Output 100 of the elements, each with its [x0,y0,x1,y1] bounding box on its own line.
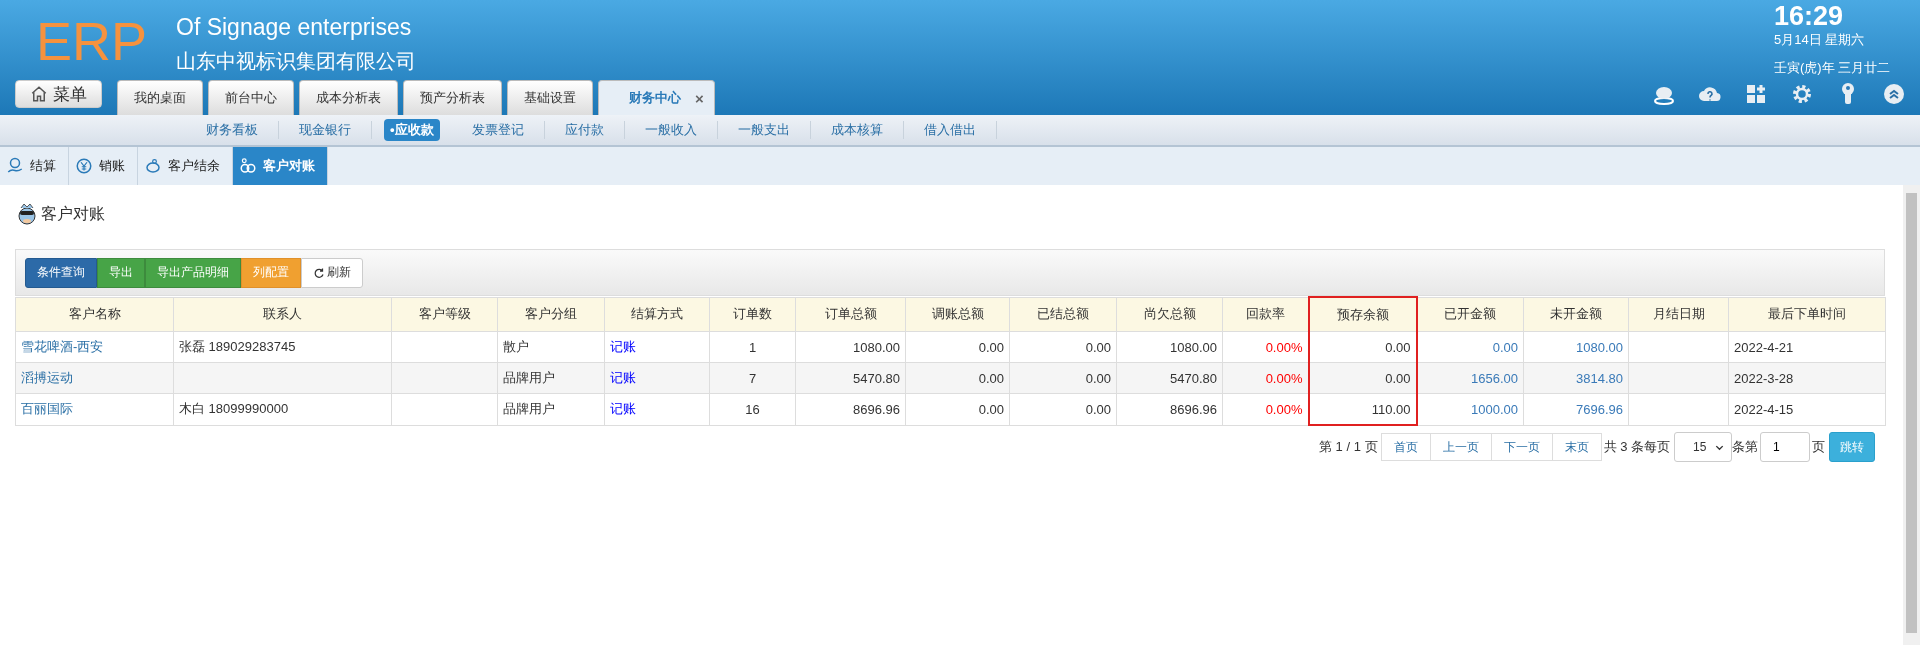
table-cell: 张磊 189029283745 [173,331,392,363]
nav-tab[interactable]: 前台中心 [208,80,294,115]
toolbar-button[interactable]: 导出产品明细 [145,257,241,288]
page-label: 页 [1812,438,1825,456]
table-link[interactable]: 雪花啤酒-西安 [15,331,174,363]
column-header: 回款率 [1222,297,1309,332]
column-header: 客户分组 [497,297,605,332]
table-cell: 0.00% [1222,362,1309,394]
page-summary: 第 1 / 1 页 [1319,438,1378,456]
submenu-item[interactable]: 借入借出 [903,121,997,139]
table-link[interactable]: 记账 [604,331,710,363]
table-cell: 0.00 [1308,362,1417,394]
table-cell: 0.00 [1009,393,1117,425]
column-header: 订单数 [709,297,796,332]
table-cell: 5470.80 [795,362,906,394]
coin-hand-icon [6,157,24,175]
column-header: 预存余额 [1308,297,1417,332]
apps-icon[interactable] [1744,82,1768,106]
submenu-item[interactable]: 应付款 [544,121,625,139]
column-header: 已结总额 [1009,297,1117,332]
table-cell: 木白 18099990000 [173,393,392,425]
column-header: 尚欠总额 [1116,297,1223,332]
table-link[interactable]: 滔搏运动 [15,362,174,394]
sub-tab[interactable]: 销账 [69,147,138,185]
table-cell: 1000.00 [1416,393,1524,425]
table-link[interactable]: 记账 [604,393,710,425]
table-cell: 110.00 [1308,393,1417,425]
column-header: 联系人 [173,297,392,332]
page-label: 条第 [1732,438,1758,456]
column-header: 结算方式 [604,297,710,332]
table-cell: 0.00 [1009,331,1117,363]
piggy-bank-icon [144,157,162,175]
table-cell: 散户 [497,331,605,363]
table-cell: 16 [709,393,796,425]
table-cell: 品牌用户 [497,393,605,425]
submenu-item[interactable]: 一般收入 [624,121,718,139]
lunar-date: 壬寅(虎)年 三月廿二 [1774,59,1892,77]
table-cell: 5470.80 [1116,362,1223,394]
column-header: 未开金额 [1523,297,1629,332]
page-size-select[interactable]: 15 [1674,432,1732,462]
submenu-item[interactable]: 财务看板 [186,121,279,139]
pager-button[interactable]: 末页 [1551,433,1602,461]
yen-icon [75,157,93,175]
settings-icon[interactable] [1790,82,1814,106]
nav-tab[interactable]: 预产分析表 [403,80,502,115]
nav-tab[interactable]: 基础设置 [507,80,593,115]
scrollbar[interactable] [1903,185,1920,645]
table-cell: 0.00 [905,362,1010,394]
nav-tab[interactable]: 成本分析表 [299,80,398,115]
table-cell: 0.00 [905,393,1010,425]
submenu-item[interactable]: 一般支出 [717,121,811,139]
close-tab-button[interactable]: × [695,89,704,107]
table-cell: 7696.96 [1523,393,1629,425]
column-header: 客户名称 [15,297,174,332]
table-cell: 2022-4-15 [1728,393,1886,425]
pager-button[interactable]: 下一页 [1490,433,1553,461]
pager-button[interactable]: 首页 [1380,433,1431,461]
table-cell: 0.00 [905,331,1010,363]
submenu-item[interactable]: •应收款 [384,119,440,141]
submenu-item[interactable]: 现金银行 [279,121,372,139]
nav-tab[interactable]: 财务中心 × [598,80,715,115]
sub-tab[interactable]: 结算 [0,147,69,185]
table-cell: 3814.80 [1523,362,1629,394]
logo: ERP [36,14,148,68]
page-input[interactable]: 1 [1760,432,1810,462]
table-cell: 7 [709,362,796,394]
column-header: 月结日期 [1628,297,1729,332]
table-cell: 2022-3-28 [1728,362,1886,394]
table-cell: 品牌用户 [497,362,605,394]
table-cell: 8696.96 [795,393,906,425]
sub-tab[interactable]: 客户对账 [233,147,328,185]
toolbar-button[interactable]: 条件查询 [25,257,97,288]
table-cell: 1080.00 [1116,331,1223,363]
table-cell: 1 [709,331,796,363]
table-link[interactable]: 记账 [604,362,710,394]
refresh-icon [313,266,325,279]
submenu-item[interactable]: 成本核算 [810,121,904,139]
table-cell: 1080.00 [795,331,906,363]
home-icon [30,85,48,103]
nav-tab[interactable]: 我的桌面 [117,80,203,115]
clock-time: 16:29 [1774,0,1845,31]
column-header: 最后下单时间 [1728,297,1886,332]
column-header: 调账总额 [905,297,1010,332]
table-link[interactable]: 百丽国际 [15,393,174,425]
pager-button[interactable]: 上一页 [1429,433,1492,461]
column-header: 客户等级 [391,297,498,332]
total-count: 共 3 条每页 [1603,438,1670,456]
table-cell: 1080.00 [1523,331,1629,363]
toolbar-button[interactable]: 导出 [97,257,145,288]
company-name: Of Signage enterprises [176,14,412,41]
submenu-item[interactable]: 发票登记 [451,121,545,139]
table-cell: 0.00 [1009,362,1117,394]
toolbar-button[interactable]: 刷新 [301,257,363,288]
menu-button[interactable]: 菜单 [15,80,102,108]
table-cell: 0.00 [1416,331,1524,363]
table-cell: 8696.96 [1116,393,1223,425]
coins-icon [239,157,257,175]
collapse-icon[interactable] [1882,82,1906,106]
column-header: 订单总额 [795,297,906,332]
table-cell: 1656.00 [1416,362,1524,394]
